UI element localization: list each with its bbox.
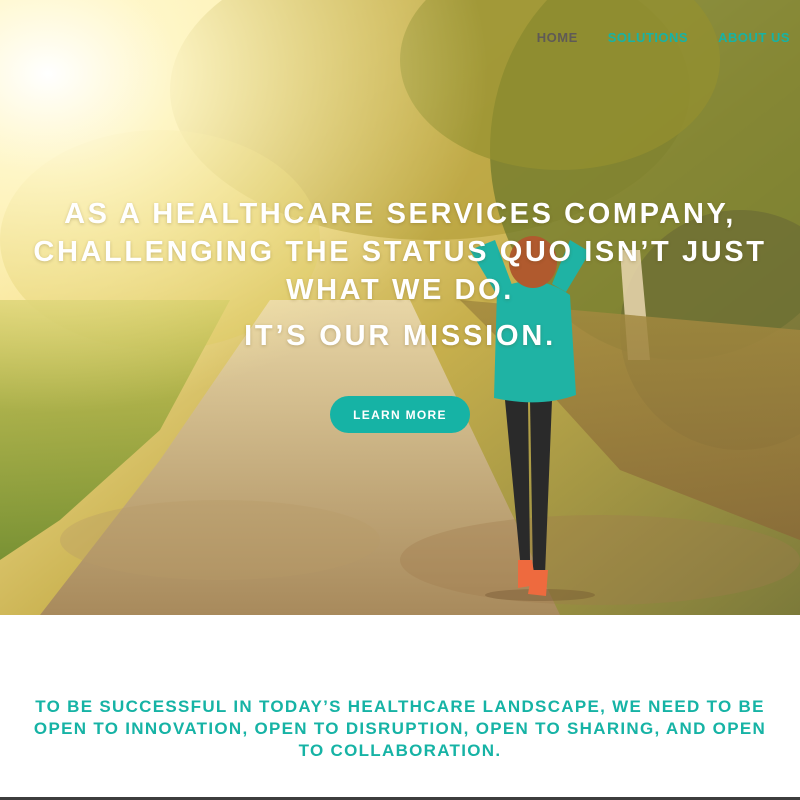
- statement-line: TO COLLABORATION.: [298, 741, 502, 760]
- statement-line: TO BE SUCCESSFUL IN TODAY’S HEALTHCARE L…: [35, 697, 765, 716]
- hero-headline: AS A HEALTHCARE SERVICES COMPANY, CHALLE…: [0, 195, 800, 309]
- hero-mission-text: IT’S OUR MISSION.: [244, 320, 556, 352]
- nav-about-us-link[interactable]: ABOUT US: [718, 30, 790, 45]
- page: HOME SOLUTIONS ABOUT US AS A HEALTHCARE …: [0, 0, 800, 800]
- learn-more-button[interactable]: LEARN MORE: [330, 396, 470, 433]
- nav-home-link[interactable]: HOME: [537, 30, 578, 45]
- hero-headline-line: CHALLENGING THE STATUS QUO ISN’T JUST: [33, 236, 767, 268]
- hero-headline-line: WHAT WE DO.: [286, 274, 514, 306]
- mission-statement: TO BE SUCCESSFUL IN TODAY’S HEALTHCARE L…: [0, 696, 800, 762]
- main-nav: HOME SOLUTIONS ABOUT US: [507, 30, 790, 45]
- hero-headline-line: AS A HEALTHCARE SERVICES COMPANY,: [64, 198, 736, 230]
- hero-section: HOME SOLUTIONS ABOUT US AS A HEALTHCARE …: [0, 0, 800, 615]
- nav-solutions-link[interactable]: SOLUTIONS: [608, 30, 688, 45]
- statement-line: OPEN TO INNOVATION, OPEN TO DISRUPTION, …: [33, 719, 767, 738]
